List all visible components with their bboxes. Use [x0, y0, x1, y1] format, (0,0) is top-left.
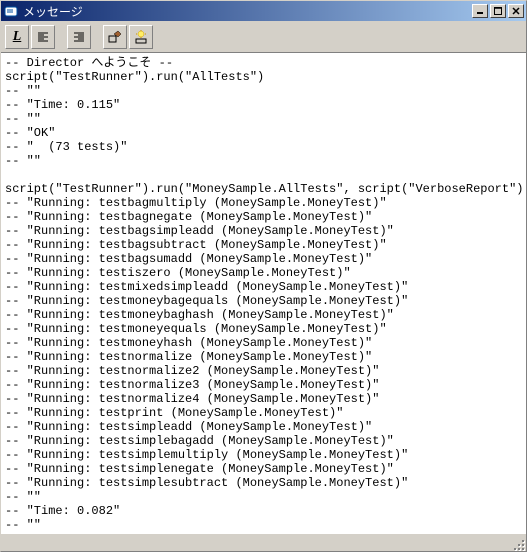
- toolbar: L: [1, 21, 526, 53]
- align-right-button[interactable]: [67, 25, 91, 49]
- tool-button-2[interactable]: [129, 25, 153, 49]
- statusbar: [1, 533, 526, 551]
- maximize-button[interactable]: [490, 4, 506, 18]
- message-output[interactable]: -- Director へようこそ -- script("TestRunner"…: [1, 53, 526, 533]
- insert-text-button[interactable]: L: [5, 25, 29, 49]
- tool-button-1[interactable]: [103, 25, 127, 49]
- app-icon: [3, 3, 19, 19]
- titlebar: メッセージ: [1, 1, 526, 21]
- close-button[interactable]: [508, 4, 524, 18]
- align-left-button[interactable]: [31, 25, 55, 49]
- minimize-button[interactable]: [472, 4, 488, 18]
- window-title: メッセージ: [23, 3, 470, 20]
- resize-grip[interactable]: [510, 536, 524, 550]
